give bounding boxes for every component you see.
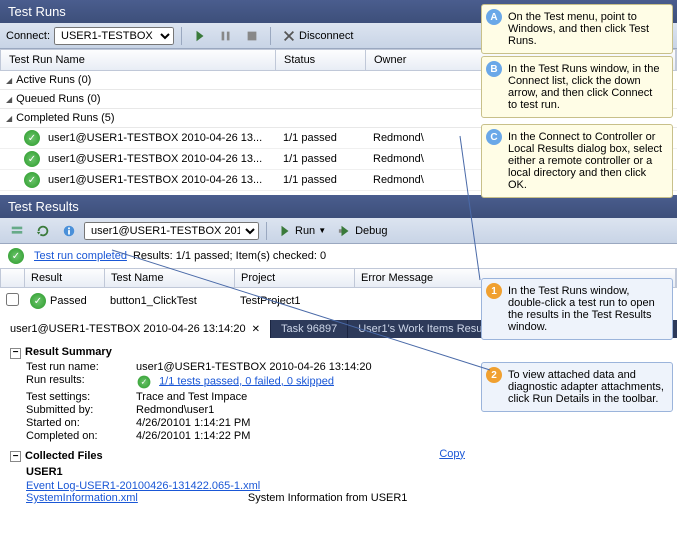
callout-1: 1In the Test Runs window, double-click a…: [481, 278, 673, 340]
host-name: USER1: [26, 466, 465, 478]
pass-icon: [24, 151, 40, 167]
debug-button[interactable]: Debug: [334, 222, 391, 240]
run-results-link[interactable]: 1/1 tests passed, 0 failed, 0 skipped: [159, 375, 334, 387]
test-results-title: Test Results: [0, 195, 677, 218]
pass-icon: [8, 248, 24, 264]
tab-current-run[interactable]: user1@USER1-TESTBOX 2010-04-26 13:14:20✕: [0, 320, 271, 338]
disconnect-button[interactable]: Disconnect: [278, 27, 357, 45]
sysinfo-label: System Information from USER1: [248, 492, 408, 504]
col-name: Test Run Name: [1, 50, 276, 70]
pass-icon: [138, 375, 151, 388]
results-dropdown[interactable]: user1@USER1-TESTBOX 2010-04-: [84, 222, 259, 240]
run-details-icon[interactable]: [58, 222, 80, 240]
results-summary-text: Results: 1/1 passed; Item(s) checked: 0: [133, 250, 326, 262]
collected-file-link[interactable]: SystemInformation.xml: [26, 492, 138, 504]
pass-icon: [24, 172, 40, 188]
collapse-icon[interactable]: −: [10, 348, 21, 359]
views-icon[interactable]: [6, 222, 28, 240]
stop-icon[interactable]: [241, 27, 263, 45]
callout-2: 2To view attached data and diagnostic ad…: [481, 362, 673, 412]
collected-file-link[interactable]: Event Log-USER1-20100426-131422.065-1.xm…: [26, 480, 260, 492]
row-checkbox[interactable]: [6, 293, 19, 306]
close-icon: ✕: [252, 324, 260, 335]
test-run-completed-link[interactable]: Test run completed: [34, 250, 127, 262]
pass-icon: [30, 293, 46, 309]
connect-label: Connect:: [6, 30, 50, 42]
refresh-icon[interactable]: [32, 222, 54, 240]
callout-b: BIn the Test Runs window, in the Connect…: [481, 56, 673, 118]
pass-icon: [24, 130, 40, 146]
collapse-icon[interactable]: −: [10, 451, 21, 462]
callout-c: CIn the Connect to Controller or Local R…: [481, 124, 673, 198]
results-status-bar: Test run completed Results: 1/1 passed; …: [0, 244, 677, 268]
pause-icon[interactable]: [215, 27, 237, 45]
result-summary: −Result Summary Test run name:user1@USER…: [0, 338, 475, 510]
test-results-toolbar: user1@USER1-TESTBOX 2010-04- Run ▼ Debug: [0, 218, 677, 244]
tab-task[interactable]: Task 96897: [271, 320, 348, 338]
connect-select[interactable]: USER1-TESTBOX: [54, 27, 174, 45]
copy-link[interactable]: Copy: [439, 448, 465, 465]
run-button[interactable]: Run ▼: [274, 222, 330, 240]
callout-a: AOn the Test menu, point to Windows, and…: [481, 4, 673, 54]
play-icon[interactable]: [189, 27, 211, 45]
col-status: Status: [276, 50, 366, 70]
